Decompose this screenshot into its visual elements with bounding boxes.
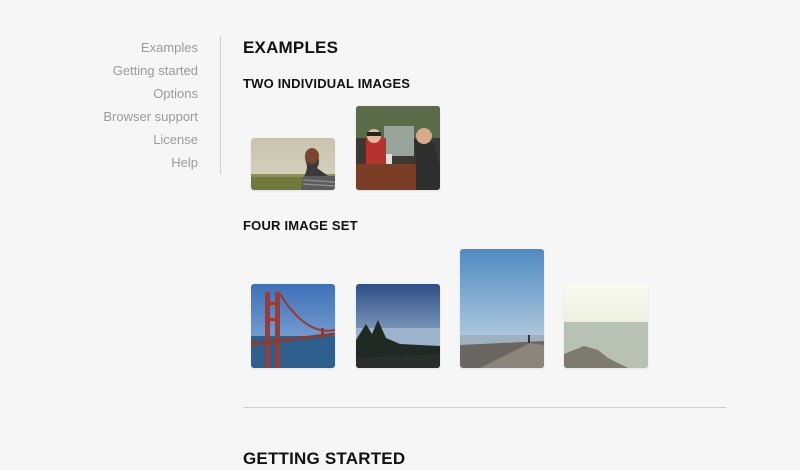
image-couple-thumbnail[interactable] (356, 106, 440, 190)
image-ocean-cliff[interactable] (564, 284, 648, 368)
sidebar-item-options: Options (0, 82, 220, 105)
section-divider (243, 407, 726, 408)
sidebar-link-examples[interactable]: Examples (141, 40, 198, 55)
sidebar-link-options[interactable]: Options (153, 86, 198, 101)
image-golden-gate-bridge[interactable] (251, 284, 335, 368)
section-title-two-images: TWO INDIVIDUAL IMAGES (243, 76, 411, 91)
sidebar-item-examples: Examples (0, 36, 220, 59)
sidebar-link-license[interactable]: License (153, 132, 198, 147)
sidebar-nav: Examples Getting started Options Browser… (0, 36, 221, 174)
image-hillside-view[interactable] (356, 284, 440, 368)
page-title: EXAMPLES (243, 38, 339, 57)
sidebar-link-getting-started[interactable]: Getting started (113, 63, 198, 78)
sidebar-list: Examples Getting started Options Browser… (0, 36, 220, 174)
sidebar-link-browser-support[interactable]: Browser support (103, 109, 198, 124)
image-coastal-road[interactable] (460, 249, 544, 368)
sidebar-item-getting-started: Getting started (0, 59, 220, 82)
image-woman-thumbnail[interactable] (251, 138, 335, 190)
getting-started-heading: GETTING STARTED (243, 449, 406, 468)
section-title-four-image-set: FOUR IMAGE SET (243, 218, 358, 233)
sidebar-item-browser-support: Browser support (0, 105, 220, 128)
sidebar-link-help[interactable]: Help (171, 155, 198, 170)
sidebar-item-help: Help (0, 151, 220, 174)
sidebar-item-license: License (0, 128, 220, 151)
